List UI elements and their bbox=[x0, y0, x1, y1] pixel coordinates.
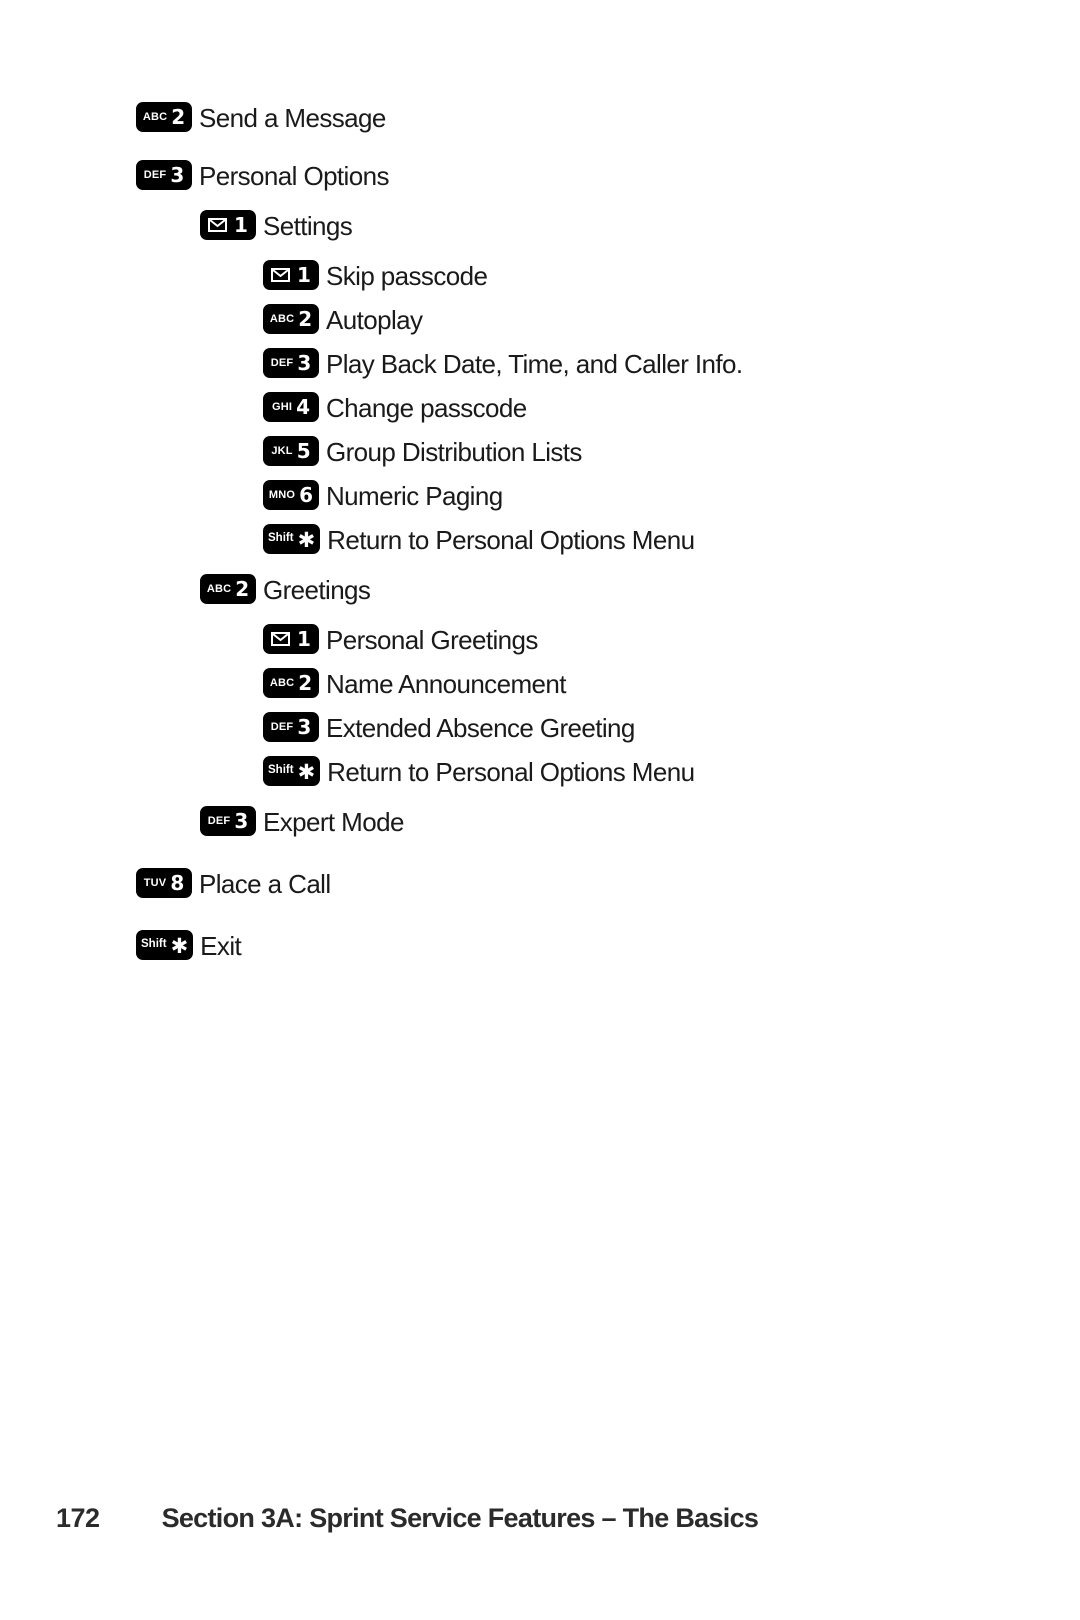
star-icon: ✱ bbox=[297, 527, 316, 552]
footer-section-title: Section 3A: Sprint Service Features – Th… bbox=[161, 1503, 759, 1533]
keycap-digit: 2 bbox=[298, 306, 313, 331]
menu-item-return-to-personal-options-menu-greetings[interactable]: Shift ✱ Return to Personal Options Menu bbox=[0, 750, 1080, 794]
keycap-digit: 2 bbox=[298, 670, 313, 695]
menu-item-change-passcode[interactable]: GHI 4 Change passcode bbox=[0, 386, 1080, 430]
keycap-digit: 1 bbox=[297, 626, 311, 651]
menu-item-skip-passcode[interactable]: 1 Skip passcode bbox=[0, 254, 1080, 298]
menu-item-extended-absence-greeting[interactable]: DEF 3 Extended Absence Greeting bbox=[0, 706, 1080, 750]
menu-item-send-a-message[interactable]: ABC 2 Send a Message bbox=[0, 96, 1080, 140]
keycap-letters: DEF bbox=[143, 168, 167, 181]
keycap-3-icon: DEF 3 bbox=[263, 712, 319, 742]
keycap-2-icon: ABC 2 bbox=[263, 668, 319, 698]
keycap-letters: JKL bbox=[271, 444, 293, 457]
menu-item-return-to-personal-options-menu-settings[interactable]: Shift ✱ Return to Personal Options Menu bbox=[0, 518, 1080, 562]
keycap-4-icon: GHI 4 bbox=[263, 392, 319, 422]
menu-item-autoplay[interactable]: ABC 2 Autoplay bbox=[0, 298, 1080, 342]
keycap-2-icon: ABC 2 bbox=[200, 574, 256, 604]
menu-item-label: Personal Greetings bbox=[326, 625, 538, 655]
keycap-digit: 3 bbox=[234, 808, 249, 833]
keycap-digit: 3 bbox=[297, 350, 312, 375]
menu-item-expert-mode[interactable]: DEF 3 Expert Mode bbox=[0, 800, 1080, 844]
keycap-letters: DEF bbox=[207, 814, 231, 827]
star-icon: ✱ bbox=[297, 759, 316, 784]
menu-item-label: Greetings bbox=[263, 575, 371, 605]
menu-item-label: Place a Call bbox=[199, 869, 331, 899]
keycap-letters: ABC bbox=[269, 312, 295, 325]
keycap-digit: 8 bbox=[170, 870, 185, 895]
menu-item-personal-greetings[interactable]: 1 Personal Greetings bbox=[0, 618, 1080, 662]
menu-item-label: Personal Options bbox=[199, 161, 389, 191]
keycap-3-icon: DEF 3 bbox=[200, 806, 256, 836]
menu-item-label: Settings bbox=[263, 211, 353, 241]
keycap-shift-star-icon: Shift ✱ bbox=[136, 930, 194, 960]
menu-item-group-distribution-lists[interactable]: JKL 5 Group Distribution Lists bbox=[0, 430, 1080, 474]
menu-item-label: Return to Personal Options Menu bbox=[327, 525, 695, 555]
keycap-digit: 3 bbox=[297, 714, 312, 739]
keycap-5-icon: JKL 5 bbox=[263, 436, 319, 466]
menu-item-label: Autoplay bbox=[326, 305, 423, 335]
keycap-digit: 2 bbox=[235, 576, 250, 601]
keycap-voicemail-1-icon: 1 bbox=[263, 260, 319, 290]
keycap-letters: Shift bbox=[141, 938, 167, 951]
keycap-letters: ABC bbox=[206, 582, 232, 595]
envelope-icon bbox=[271, 268, 291, 282]
menu-item-label: Extended Absence Greeting bbox=[326, 713, 635, 743]
menu-item-settings[interactable]: 1 Settings bbox=[0, 204, 1080, 248]
envelope-icon bbox=[208, 218, 228, 232]
menu-item-label: Return to Personal Options Menu bbox=[327, 757, 695, 787]
keycap-letters: Shift bbox=[268, 532, 294, 545]
keycap-digit: 6 bbox=[299, 482, 314, 507]
menu-item-name-announcement[interactable]: ABC 2 Name Announcement bbox=[0, 662, 1080, 706]
menu-item-exit[interactable]: Shift ✱ Exit bbox=[0, 924, 1080, 968]
keycap-letters: GHI bbox=[271, 400, 293, 413]
menu-item-label: Group Distribution Lists bbox=[326, 437, 582, 467]
menu-item-label: Skip passcode bbox=[326, 261, 488, 291]
menu-item-label: Expert Mode bbox=[263, 807, 404, 837]
keycap-digit: 4 bbox=[296, 394, 311, 419]
keycap-digit: 5 bbox=[296, 438, 311, 463]
document-page: ABC 2 Send a Message DEF 3 Personal Options 1 S… bbox=[0, 0, 1080, 1620]
keycap-voicemail-1-icon: 1 bbox=[200, 210, 256, 240]
menu-item-label: Change passcode bbox=[326, 393, 527, 423]
keycap-letters: Shift bbox=[268, 764, 294, 777]
keycap-digit: 1 bbox=[234, 212, 248, 237]
keycap-voicemail-1-icon: 1 bbox=[263, 624, 319, 654]
menu-item-numeric-paging[interactable]: MNO 6 Numeric Paging bbox=[0, 474, 1080, 518]
page-footer: 172 Section 3A: Sprint Service Features … bbox=[0, 1503, 1080, 1534]
keycap-letters: ABC bbox=[142, 110, 168, 123]
envelope-icon bbox=[271, 632, 291, 646]
menu-item-personal-options[interactable]: DEF 3 Personal Options bbox=[0, 154, 1080, 198]
menu-item-label: Numeric Paging bbox=[326, 481, 503, 511]
keycap-shift-star-icon: Shift ✱ bbox=[263, 524, 321, 554]
keycap-digit: 3 bbox=[170, 162, 185, 187]
keycap-shift-star-icon: Shift ✱ bbox=[263, 756, 321, 786]
menu-item-place-a-call[interactable]: TUV 8 Place a Call bbox=[0, 862, 1080, 906]
footer-page-number: 172 bbox=[56, 1503, 100, 1533]
keycap-3-icon: DEF 3 bbox=[263, 348, 319, 378]
keycap-digit: 2 bbox=[171, 104, 186, 129]
keycap-letters: TUV bbox=[143, 876, 167, 889]
keycap-2-icon: ABC 2 bbox=[263, 304, 319, 334]
keycap-3-icon: DEF 3 bbox=[136, 160, 192, 190]
menu-item-label: Name Announcement bbox=[326, 669, 566, 699]
keycap-letters: ABC bbox=[269, 676, 295, 689]
menu-item-greetings[interactable]: ABC 2 Greetings bbox=[0, 568, 1080, 612]
star-icon: ✱ bbox=[170, 933, 189, 958]
keycap-8-icon: TUV 8 bbox=[136, 868, 192, 898]
keycap-2-icon: ABC 2 bbox=[136, 102, 192, 132]
menu-item-label: Send a Message bbox=[199, 103, 386, 133]
keycap-digit: 1 bbox=[297, 262, 311, 287]
menu-item-label: Exit bbox=[200, 931, 242, 961]
voicemail-menu-list: ABC 2 Send a Message DEF 3 Personal Options 1 S… bbox=[0, 96, 1080, 968]
keycap-letters: DEF bbox=[270, 720, 294, 733]
keycap-letters: DEF bbox=[270, 356, 294, 369]
keycap-letters: MNO bbox=[268, 488, 296, 501]
menu-item-play-back-date-time-caller-info[interactable]: DEF 3 Play Back Date, Time, and Caller Inf… bbox=[0, 342, 1080, 386]
keycap-6-icon: MNO 6 bbox=[263, 480, 319, 510]
menu-item-label: Play Back Date, Time, and Caller Info. bbox=[326, 349, 743, 379]
